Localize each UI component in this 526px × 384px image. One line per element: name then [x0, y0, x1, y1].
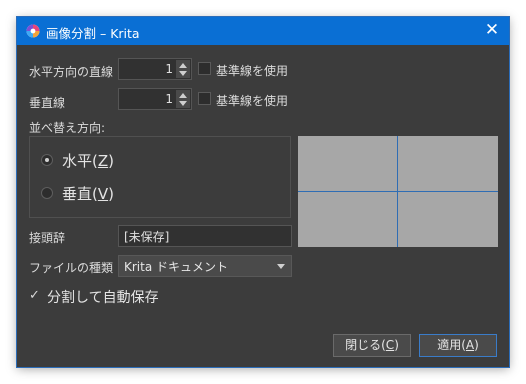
horizontal-guides-checkbox[interactable]: [198, 62, 211, 75]
prefix-label: 接頭辞: [29, 231, 66, 245]
close-icon[interactable]: ✕: [475, 17, 509, 45]
vertical-lines-spinbox[interactable]: 1: [118, 88, 192, 110]
spin-arrows-icon[interactable]: [176, 60, 190, 78]
close-button[interactable]: 閉じる(C): [333, 334, 411, 357]
radio-horizontal-label[interactable]: 水平(Z): [62, 150, 114, 171]
chevron-down-icon: [277, 264, 285, 269]
prefix-input[interactable]: [未保存]: [118, 225, 292, 247]
file-type-dropdown[interactable]: Krita ドキュメント: [118, 255, 292, 277]
vertical-guides-checkbox[interactable]: [198, 92, 211, 105]
autosave-checkbox[interactable]: ✓: [29, 289, 43, 303]
split-image-dialog: 画像分割 – Krita ✕ 水平方向の直線 1 基準線を使用 垂直線 1 基準…: [17, 17, 509, 367]
vertical-lines-value: 1: [165, 92, 173, 106]
radio-vertical-label[interactable]: 垂直(V): [62, 183, 114, 204]
preview-horizontal-split-line: [298, 191, 498, 192]
horizontal-lines-label: 水平方向の直線: [29, 65, 114, 79]
file-type-selected: Krita ドキュメント: [124, 260, 229, 274]
sort-direction-label: 並べ替え方向:: [29, 121, 106, 135]
vertical-guides-label: 基準線を使用: [216, 94, 289, 108]
spin-arrows-icon[interactable]: [176, 90, 190, 108]
horizontal-lines-value: 1: [165, 62, 173, 76]
vertical-lines-label: 垂直線: [29, 96, 66, 110]
apply-button[interactable]: 適用(A): [419, 334, 497, 357]
title-bar: 画像分割 – Krita ✕: [17, 17, 509, 45]
autosave-label[interactable]: 分割して自動保存: [47, 287, 159, 307]
horizontal-guides-label: 基準線を使用: [216, 64, 289, 78]
split-preview: [298, 136, 498, 247]
sort-direction-group: 水平(Z) 垂直(V): [29, 136, 291, 218]
krita-logo-icon: [26, 24, 40, 38]
file-type-label: ファイルの種類: [29, 261, 114, 275]
horizontal-lines-spinbox[interactable]: 1: [118, 58, 192, 80]
radio-vertical[interactable]: [41, 187, 53, 199]
radio-horizontal[interactable]: [41, 154, 53, 166]
window-title: 画像分割 – Krita: [46, 26, 140, 41]
